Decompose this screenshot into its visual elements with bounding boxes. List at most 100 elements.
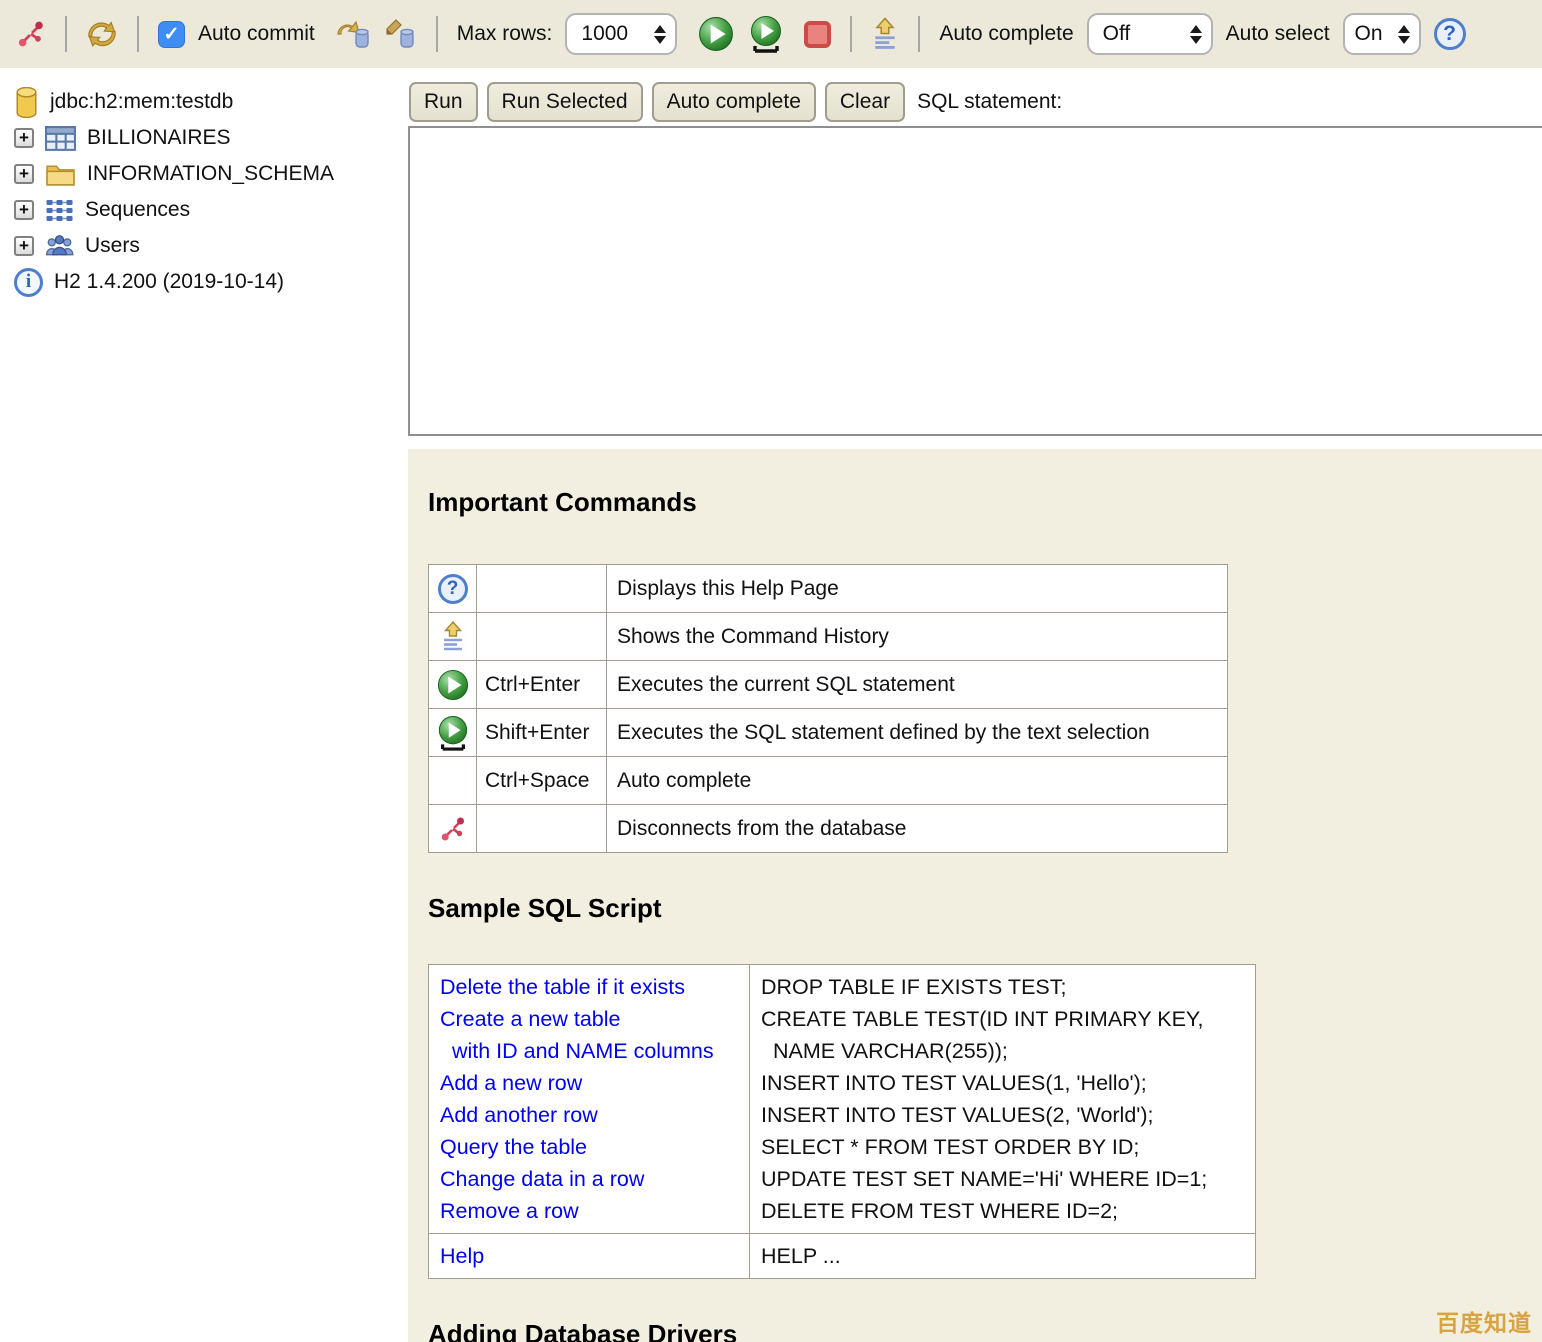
shortcut-cell: Shift+Enter <box>477 709 607 757</box>
refresh-icon[interactable] <box>86 19 118 49</box>
expand-icon[interactable]: + <box>14 200 34 220</box>
sample-link-add-row[interactable]: Add a new row <box>440 1067 738 1099</box>
sample-sql-line: INSERT INTO TEST VALUES(2, 'World'); <box>761 1099 1244 1131</box>
tree-item-label[interactable]: Users <box>85 234 140 258</box>
auto-complete-label: Auto complete <box>939 22 1073 46</box>
description-cell: Executes the SQL statement defined by th… <box>607 709 1228 757</box>
disconnect-icon[interactable] <box>16 19 46 49</box>
toolbar-separator <box>918 16 920 52</box>
expand-icon[interactable]: + <box>14 236 34 256</box>
tree-item-label[interactable]: BILLIONAIRES <box>87 126 231 150</box>
auto-complete-value: Off <box>1103 22 1131 46</box>
expand-icon[interactable]: + <box>14 164 34 184</box>
sample-link-change-data[interactable]: Change data in a row <box>440 1163 738 1195</box>
description-cell: Shows the Command History <box>607 613 1228 661</box>
table-row: Ctrl+Space Auto complete <box>429 757 1228 805</box>
sample-sql-line: INSERT INTO TEST VALUES(1, 'Hello'); <box>761 1067 1244 1099</box>
sequences-icon <box>45 198 74 222</box>
max-rows-value: 1000 <box>581 22 628 46</box>
h2-version-label: H2 1.4.200 (2019-10-14) <box>54 270 284 294</box>
adding-drivers-title: Adding Database Drivers <box>428 1319 1542 1342</box>
tree-version-row: i H2 1.4.200 (2019-10-14) <box>0 264 408 300</box>
table-row: ? Displays this Help Page <box>429 565 1228 613</box>
watermark: 百度知道 <box>1436 1304 1532 1338</box>
tree-item-users: + Users <box>0 228 408 264</box>
rollback-icon[interactable] <box>334 18 370 50</box>
sample-link-add-another-row[interactable]: Add another row <box>440 1099 738 1131</box>
sample-sql-line: HELP ... <box>761 1240 1244 1272</box>
sample-sql-line: SELECT * FROM TEST ORDER BY ID; <box>761 1131 1244 1163</box>
database-tree-sidebar: jdbc:h2:mem:testdb + BILLIONAIRES + <box>0 68 408 1342</box>
run-icon[interactable] <box>698 16 734 52</box>
auto-complete-select[interactable]: Off <box>1087 13 1213 55</box>
select-arrows-icon <box>1398 25 1410 44</box>
sample-sql-line: CREATE TABLE TEST(ID INT PRIMARY KEY, <box>761 1003 1244 1035</box>
tree-item-information-schema: + INFORMATION_SCHEMA <box>0 156 408 192</box>
select-arrows-icon <box>1190 25 1202 44</box>
sample-sql-line: DROP TABLE IF EXISTS TEST; <box>761 971 1244 1003</box>
auto-complete-button[interactable]: Auto complete <box>652 82 816 122</box>
expand-icon[interactable]: + <box>14 128 34 148</box>
shortcut-cell <box>477 805 607 853</box>
sample-sql-table: Delete the table if it exists Create a n… <box>428 964 1256 1279</box>
history-icon[interactable] <box>871 16 899 52</box>
main-pane: Run Run Selected Auto complete Clear SQL… <box>408 68 1542 1342</box>
description-cell: Displays this Help Page <box>607 565 1228 613</box>
sample-link-help[interactable]: Help <box>440 1240 738 1272</box>
auto-commit-label: Auto commit <box>198 22 315 46</box>
tree-connection-row: jdbc:h2:mem:testdb <box>0 84 408 120</box>
connection-url-label[interactable]: jdbc:h2:mem:testdb <box>50 90 233 114</box>
sample-sql-line: NAME VARCHAR(255)); <box>761 1035 1244 1067</box>
info-icon: i <box>14 268 43 297</box>
sample-link-remove-row[interactable]: Remove a row <box>440 1195 738 1227</box>
help-icon[interactable]: ? <box>1434 18 1466 50</box>
table-row: Disconnects from the database <box>429 805 1228 853</box>
run-icon <box>435 669 470 701</box>
auto-select-select[interactable]: On <box>1343 13 1421 55</box>
tree-item-label[interactable]: Sequences <box>85 198 190 222</box>
sample-link-create-table-cont[interactable]: with ID and NAME columns <box>440 1035 738 1067</box>
table-row: Ctrl+Enter Executes the current SQL stat… <box>429 661 1228 709</box>
table-row: Delete the table if it exists Create a n… <box>429 965 1256 1234</box>
select-arrows-icon <box>654 25 666 44</box>
folder-icon <box>45 162 76 187</box>
toolbar-separator <box>65 16 67 52</box>
run-selected-button[interactable]: Run Selected <box>487 82 643 122</box>
toolbar-separator <box>137 16 139 52</box>
important-commands-title: Important Commands <box>428 487 1542 518</box>
commit-icon[interactable] <box>383 18 417 50</box>
table-row: Shift+Enter Executes the SQL statement d… <box>429 709 1228 757</box>
sample-sql-title: Sample SQL Script <box>428 893 1542 924</box>
sample-link-query-table[interactable]: Query the table <box>440 1131 738 1163</box>
database-icon <box>14 87 39 118</box>
shortcut-cell <box>477 565 607 613</box>
help-icon: ? <box>438 574 468 604</box>
run-button[interactable]: Run <box>409 82 478 122</box>
description-cell: Disconnects from the database <box>607 805 1228 853</box>
shortcut-cell <box>477 613 607 661</box>
history-icon <box>435 620 470 653</box>
description-cell: Executes the current SQL statement <box>607 661 1228 709</box>
users-icon <box>45 232 74 261</box>
clear-button[interactable]: Clear <box>825 82 905 122</box>
max-rows-select[interactable]: 1000 <box>565 13 677 55</box>
sample-sql-line: DELETE FROM TEST WHERE ID=2; <box>761 1195 1244 1227</box>
stop-icon[interactable] <box>804 21 831 48</box>
sql-statement-input[interactable] <box>408 126 1542 436</box>
auto-select-value: On <box>1355 22 1383 46</box>
max-rows-label: Max rows: <box>457 22 553 46</box>
auto-commit-checkbox[interactable]: ✓ <box>158 21 185 48</box>
run-selected-icon[interactable] <box>747 15 785 53</box>
table-row: Shows the Command History <box>429 613 1228 661</box>
sample-link-create-table[interactable]: Create a new table <box>440 1003 738 1035</box>
sample-sql-line: UPDATE TEST SET NAME='Hi' WHERE ID=1; <box>761 1163 1244 1195</box>
sample-link-delete-table[interactable]: Delete the table if it exists <box>440 971 738 1003</box>
shortcut-cell: Ctrl+Space <box>477 757 607 805</box>
shortcut-cell: Ctrl+Enter <box>477 661 607 709</box>
table-icon <box>45 126 76 151</box>
tree-item-label[interactable]: INFORMATION_SCHEMA <box>87 162 334 186</box>
top-toolbar: ✓ Auto commit Max rows: 1000 <box>0 0 1542 68</box>
disconnect-icon <box>435 815 470 843</box>
query-toolbar: Run Run Selected Auto complete Clear SQL… <box>408 68 1542 126</box>
table-row: Help HELP ... <box>429 1234 1256 1279</box>
